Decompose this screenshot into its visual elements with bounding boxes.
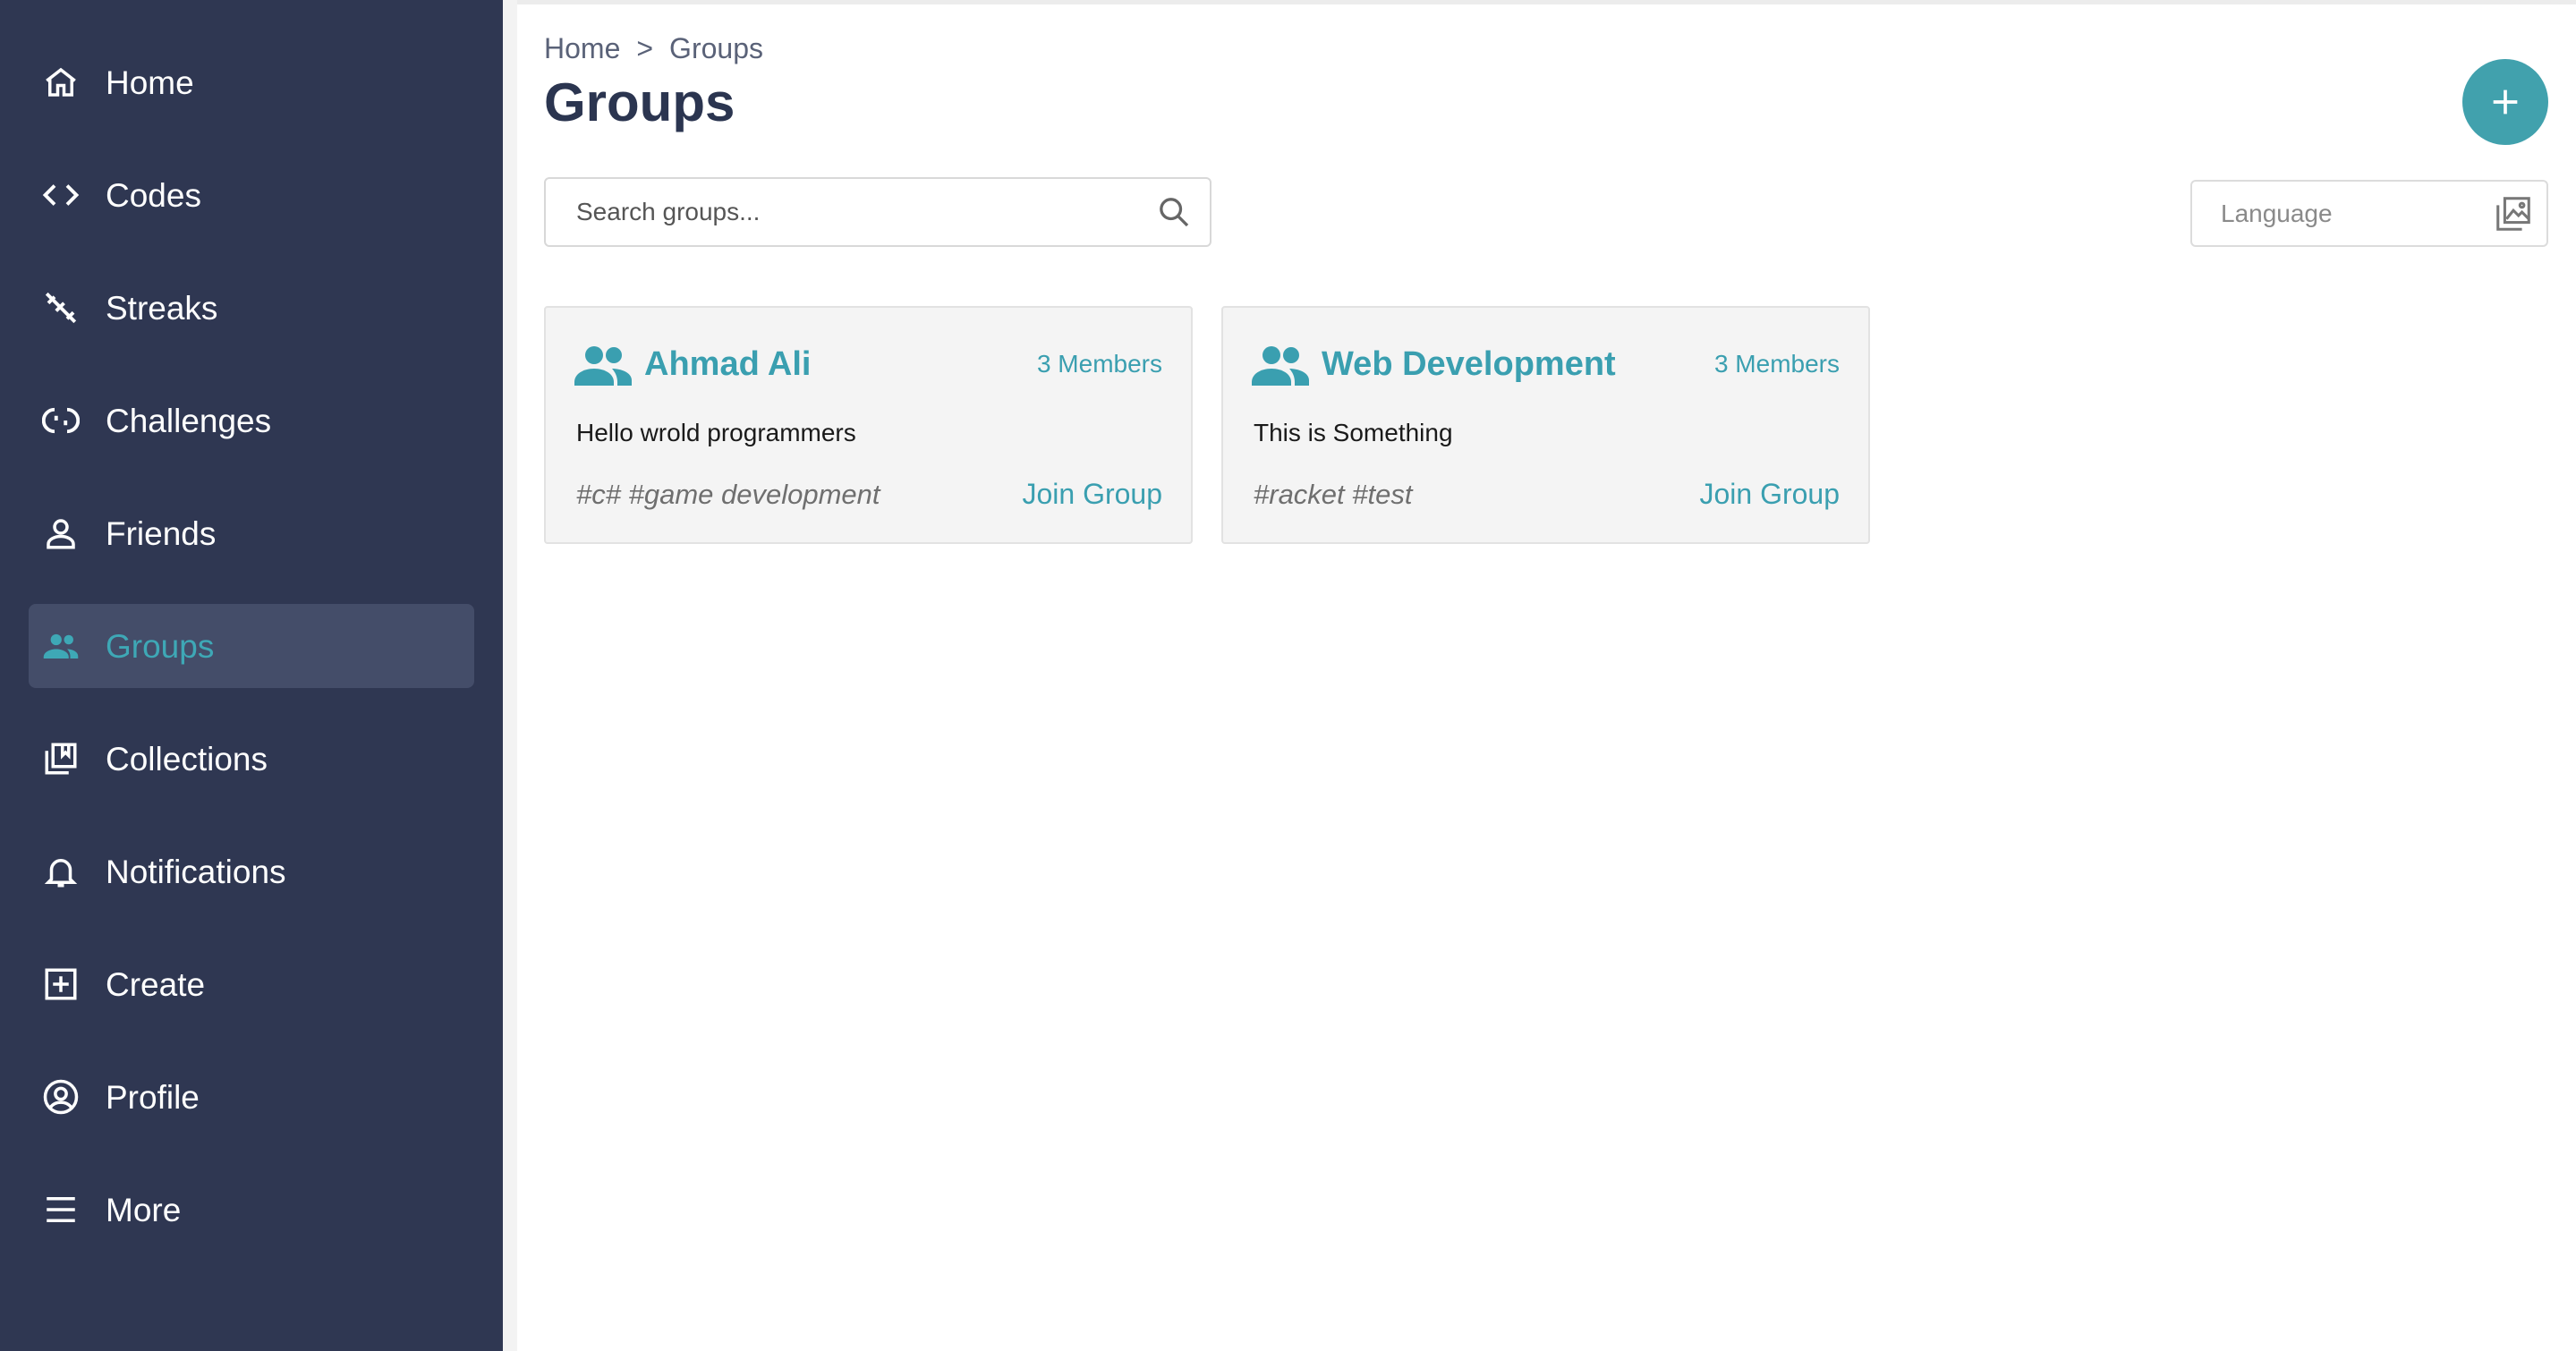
sidebar-item-label: Streaks <box>106 289 218 327</box>
collections-icon <box>41 739 81 778</box>
sidebar-item-label: Home <box>106 64 194 101</box>
sidebar-item-more[interactable]: More <box>29 1168 474 1252</box>
streak-off-icon <box>41 288 81 327</box>
group-card-footer: #racket #test Join Group <box>1254 478 1840 511</box>
sidebar-item-collections[interactable]: Collections <box>29 717 474 801</box>
sidebar-item-label: Profile <box>106 1078 200 1116</box>
challenge-icon <box>41 401 81 440</box>
search-input[interactable] <box>574 197 1156 227</box>
group-icon <box>1252 346 1309 386</box>
sidebar-item-friends[interactable]: Friends <box>29 491 474 575</box>
person-icon <box>41 514 81 553</box>
breadcrumb-separator: > <box>636 32 654 64</box>
menu-icon <box>41 1190 81 1229</box>
group-card-footer: #c# #game development Join Group <box>576 478 1162 511</box>
group-tags: #racket #test <box>1254 478 1413 510</box>
sidebar-item-notifications[interactable]: Notifications <box>29 829 474 913</box>
sidebar-item-label: Codes <box>106 176 201 214</box>
sidebar-item-codes[interactable]: Codes <box>29 153 474 237</box>
sidebar-item-label: Create <box>106 965 206 1003</box>
breadcrumb: Home > Groups <box>544 32 763 65</box>
group-card: Web Development 3 Members This is Someth… <box>1221 306 1870 544</box>
image-stack-icon <box>2496 196 2530 231</box>
language-select[interactable]: Language <box>2190 180 2548 247</box>
sidebar-item-create[interactable]: Create <box>29 942 474 1026</box>
group-card-header: Web Development 3 Members <box>1252 342 1840 387</box>
group-name[interactable]: Ahmad Ali <box>644 345 1037 384</box>
sidebar-item-groups[interactable]: Groups <box>29 604 474 688</box>
join-group-button[interactable]: Join Group <box>1022 478 1162 511</box>
sidebar-item-profile[interactable]: Profile <box>29 1055 474 1139</box>
sidebar-item-label: Notifications <box>106 853 286 890</box>
sidebar-item-label: Challenges <box>106 402 272 439</box>
join-group-button[interactable]: Join Group <box>1699 478 1840 511</box>
group-name[interactable]: Web Development <box>1322 345 1714 384</box>
home-icon <box>41 63 81 102</box>
group-description: Hello wrold programmers <box>576 419 856 446</box>
sidebar-item-label: Collections <box>106 740 268 777</box>
sidebar-item-label: Friends <box>106 514 217 552</box>
page-title: Groups <box>544 72 735 132</box>
bell-icon <box>41 852 81 891</box>
sidebar-item-challenges[interactable]: Challenges <box>29 378 474 463</box>
sidebar-item-label: Groups <box>106 627 215 665</box>
group-card-header: Ahmad Ali 3 Members <box>574 342 1162 387</box>
sidebar-divider <box>503 0 517 1351</box>
sidebar-item-streaks[interactable]: Streaks <box>29 266 474 350</box>
profile-circle-icon <box>41 1077 81 1117</box>
group-tags: #c# #game development <box>576 478 880 510</box>
breadcrumb-home[interactable]: Home <box>544 32 620 65</box>
sidebar-item-home[interactable]: Home <box>29 40 474 124</box>
group-members-count: 3 Members <box>1036 350 1162 378</box>
group-icon <box>41 626 81 666</box>
sidebar: Home Codes Streaks Challenges Friends Gr… <box>0 0 503 1351</box>
breadcrumb-current: Groups <box>669 32 763 64</box>
group-members-count: 3 Members <box>1713 350 1840 378</box>
group-icon <box>574 346 632 386</box>
search-icon[interactable] <box>1156 194 1192 230</box>
group-description: This is Something <box>1254 419 1453 446</box>
language-placeholder: Language <box>2221 199 2333 227</box>
code-icon <box>41 175 81 215</box>
sidebar-item-label: More <box>106 1191 182 1228</box>
search-bar <box>544 177 1211 247</box>
group-card: Ahmad Ali 3 Members Hello wrold programm… <box>544 306 1193 544</box>
top-divider <box>517 0 2576 4</box>
plus-icon <box>2493 89 2518 115</box>
add-box-icon <box>41 964 81 1004</box>
add-group-button[interactable] <box>2462 59 2548 145</box>
